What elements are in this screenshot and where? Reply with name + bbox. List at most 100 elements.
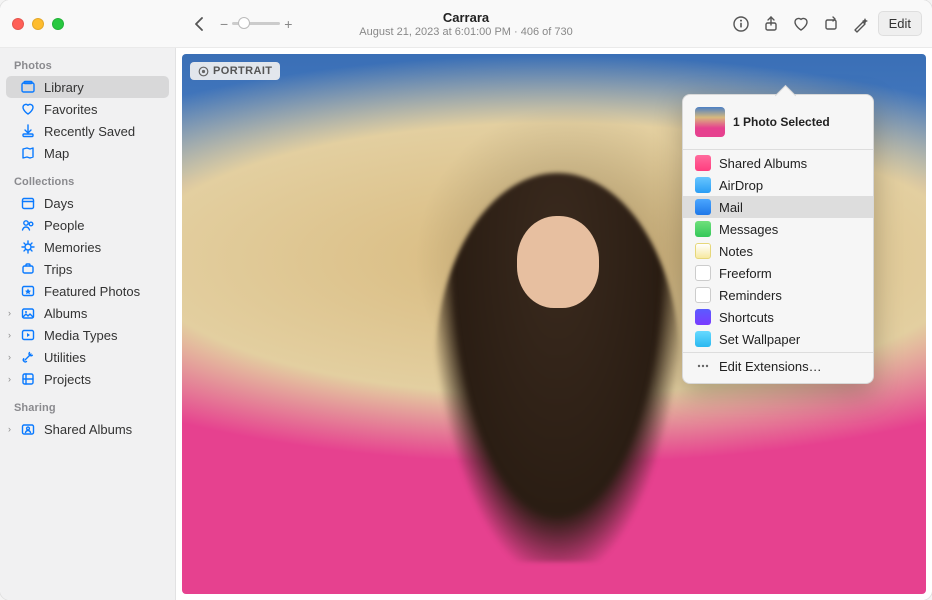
download-icon — [20, 123, 36, 139]
freeform-icon — [695, 265, 711, 281]
share-item-airdrop[interactable]: AirDrop — [683, 174, 873, 196]
people-icon — [20, 217, 36, 233]
sidebar-item-projects[interactable]: › Projects — [6, 368, 169, 390]
zoom-out-icon: − — [220, 16, 228, 32]
enhance-button[interactable] — [848, 11, 874, 37]
sidebar-item-days[interactable]: Days — [6, 192, 169, 214]
zoom-thumb[interactable] — [238, 17, 250, 29]
share-title: 1 Photo Selected — [733, 115, 830, 129]
sidebar-item-label: People — [44, 218, 84, 233]
sidebar-item-map[interactable]: Map — [6, 142, 169, 164]
sidebar-item-featured-photos[interactable]: Featured Photos — [6, 280, 169, 302]
share-item-label: Set Wallpaper — [719, 332, 800, 347]
albums-icon — [20, 305, 36, 321]
sidebar-item-favorites[interactable]: Favorites — [6, 98, 169, 120]
messages-icon — [695, 221, 711, 237]
window-subtitle: August 21, 2023 at 6:01:00 PM · 406 of 7… — [359, 26, 572, 38]
sidebar-item-utilities[interactable]: ›Utilities — [6, 346, 169, 368]
info-button[interactable] — [728, 11, 754, 37]
toolbar-left: − + — [176, 11, 292, 37]
shortcuts-icon — [695, 309, 711, 325]
share-item-notes[interactable]: Notes — [683, 240, 873, 262]
share-edit-extensions[interactable]: Edit Extensions… — [683, 355, 873, 377]
zoom-track[interactable] — [232, 22, 280, 25]
sidebar-item-memories[interactable]: Memories — [6, 236, 169, 258]
sidebar-item-label: Recently Saved — [44, 124, 135, 139]
share-item-label: Notes — [719, 244, 753, 259]
window-title: Carrara — [359, 10, 572, 25]
sidebar-item-people[interactable]: People — [6, 214, 169, 236]
share-popover-header: 1 Photo Selected — [683, 101, 873, 147]
share-item-freeform[interactable]: Freeform — [683, 262, 873, 284]
share-button[interactable] — [758, 11, 784, 37]
sidebar-item-trips[interactable]: Trips — [6, 258, 169, 280]
share-item-wallpaper[interactable]: Set Wallpaper — [683, 328, 873, 350]
reminders-icon — [695, 287, 711, 303]
separator — [683, 352, 873, 353]
sidebar-item-library[interactable]: Library — [6, 76, 169, 98]
rotate-button[interactable] — [818, 11, 844, 37]
sidebar-item-label: Projects — [44, 372, 91, 387]
photo-content — [517, 216, 599, 308]
window-controls — [0, 18, 176, 30]
back-button[interactable] — [186, 11, 212, 37]
favorite-button[interactable] — [788, 11, 814, 37]
share-item-label: Freeform — [719, 266, 772, 281]
minimize-button[interactable] — [32, 18, 44, 30]
memories-icon — [20, 239, 36, 255]
content-area: PORTRAIT 1 Photo Selected Shared Albums A… — [176, 48, 932, 600]
airdrop-icon — [695, 177, 711, 193]
featured-icon — [20, 283, 36, 299]
zoom-slider[interactable]: − + — [220, 16, 292, 32]
close-button[interactable] — [12, 18, 24, 30]
share-item-label: Reminders — [719, 288, 782, 303]
share-item-mail[interactable]: Mail — [683, 196, 873, 218]
sidebar-item-label: Days — [44, 196, 74, 211]
share-item-reminders[interactable]: Reminders — [683, 284, 873, 306]
map-icon — [20, 145, 36, 161]
notes-icon — [695, 243, 711, 259]
sidebar-item-label: Featured Photos — [44, 284, 140, 299]
portrait-badge: PORTRAIT — [190, 62, 280, 80]
portrait-icon — [198, 66, 209, 77]
chevron-right-icon: › — [8, 374, 11, 384]
shared-albums-icon — [20, 421, 36, 437]
share-item-label: Shared Albums — [719, 156, 807, 171]
share-item-shared[interactable]: Shared Albums — [683, 152, 873, 174]
sidebar-item-recently-saved[interactable]: Recently Saved — [6, 120, 169, 142]
sidebar-item-label: Albums — [44, 306, 87, 321]
title-center: Carrara August 21, 2023 at 6:01:00 PM · … — [359, 10, 572, 38]
photos-window: − + Carrara August 21, 2023 at 6:01:00 P… — [0, 0, 932, 600]
share-item-label: Mail — [719, 200, 743, 215]
trips-icon — [20, 261, 36, 277]
sidebar-item-shared-albums[interactable]: ›Shared Albums — [6, 418, 169, 440]
sidebar-item-label: Memories — [44, 240, 101, 255]
utilities-icon — [20, 349, 36, 365]
share-item-shortcuts[interactable]: Shortcuts — [683, 306, 873, 328]
sidebar-item-label: Favorites — [44, 102, 97, 117]
projects-icon — [20, 371, 36, 387]
sidebar-item-label: Media Types — [44, 328, 117, 343]
share-item-label: AirDrop — [719, 178, 763, 193]
sidebar: PhotosLibraryFavoritesRecently SavedMapC… — [0, 48, 176, 600]
extensions-icon — [695, 358, 711, 374]
sidebar-item-label: Map — [44, 146, 69, 161]
titlebar: − + Carrara August 21, 2023 at 6:01:00 P… — [0, 0, 932, 48]
share-item-messages[interactable]: Messages — [683, 218, 873, 240]
chevron-right-icon: › — [8, 330, 11, 340]
mail-icon — [695, 199, 711, 215]
zoom-in-icon: + — [284, 16, 292, 32]
sidebar-item-albums[interactable]: ›Albums — [6, 302, 169, 324]
sidebar-item-label: Utilities — [44, 350, 86, 365]
share-item-label: Edit Extensions… — [719, 359, 822, 374]
sidebar-item-media-types[interactable]: › Media Types — [6, 324, 169, 346]
sidebar-header: Sharing — [0, 398, 175, 418]
media-icon — [20, 327, 36, 343]
fullscreen-button[interactable] — [52, 18, 64, 30]
body: PhotosLibraryFavoritesRecently SavedMapC… — [0, 48, 932, 600]
share-item-label: Messages — [719, 222, 778, 237]
edit-button[interactable]: Edit — [878, 11, 922, 36]
sidebar-header: Photos — [0, 56, 175, 76]
share-popover: 1 Photo Selected Shared Albums AirDrop Mai… — [682, 94, 874, 384]
library-icon — [20, 79, 36, 95]
